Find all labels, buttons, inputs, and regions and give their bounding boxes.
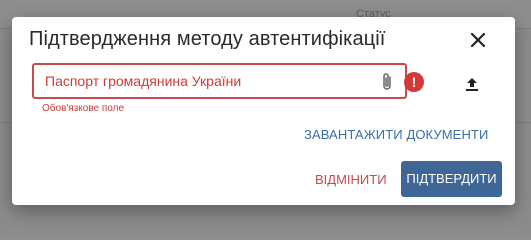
close-icon[interactable] <box>467 29 489 51</box>
upload-icon[interactable] <box>464 77 480 93</box>
paperclip-icon[interactable] <box>379 71 395 93</box>
dialog-title: Підтвердження методу автентифікації <box>29 28 386 50</box>
cancel-button[interactable]: ВІДМІНИТИ <box>315 172 387 187</box>
upload-documents-button[interactable]: ЗАВАНТАЖИТИ ДОКУМЕНТИ <box>304 127 488 142</box>
confirm-button[interactable]: ПІДТВЕРДИТИ <box>401 161 502 197</box>
document-type-value: Паспорт громадянина України <box>45 73 242 89</box>
document-type-field[interactable]: Паспорт громадянина України ! <box>32 63 424 99</box>
field-error-text: Обов'язкове поле <box>42 103 125 114</box>
auth-method-dialog: Підтвердження методу автентифікації Пасп… <box>12 17 515 205</box>
error-icon: ! <box>404 72 424 92</box>
